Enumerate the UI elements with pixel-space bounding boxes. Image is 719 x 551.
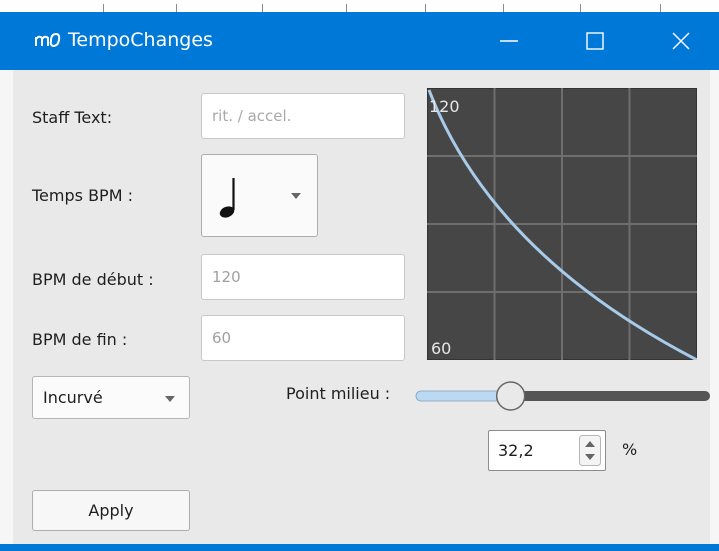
staff-text-input[interactable] bbox=[201, 93, 405, 139]
beat-bpm-label: Temps BPM : bbox=[32, 186, 133, 205]
bottom-edge bbox=[0, 544, 719, 551]
staff-text-label: Staff Text: bbox=[32, 108, 113, 127]
chevron-down-icon bbox=[291, 193, 301, 199]
end-bpm-input[interactable] bbox=[201, 315, 405, 361]
midpoint-label: Point milieu : bbox=[286, 384, 391, 403]
spin-arrows-icon[interactable] bbox=[579, 435, 601, 466]
curve-type-value: Incurvé bbox=[43, 388, 103, 407]
start-bpm-input[interactable] bbox=[201, 254, 405, 300]
maximize-button[interactable] bbox=[563, 12, 627, 70]
chevron-down-icon bbox=[165, 396, 175, 402]
curve-type-dropdown[interactable]: Incurvé bbox=[32, 376, 190, 419]
musescore-app-icon bbox=[35, 32, 61, 48]
desktop-strip bbox=[0, 0, 719, 12]
right-edge bbox=[710, 70, 719, 551]
minimize-button[interactable] bbox=[477, 12, 541, 70]
left-edge bbox=[0, 70, 13, 551]
minimize-icon bbox=[500, 40, 518, 42]
start-bpm-label: BPM de début : bbox=[32, 270, 154, 289]
quarter-note-icon bbox=[219, 178, 235, 218]
title-bar[interactable]: TempoChanges bbox=[0, 12, 719, 70]
close-button[interactable] bbox=[649, 12, 713, 70]
graph-top-label: 120 bbox=[429, 97, 460, 116]
beat-note-dropdown[interactable] bbox=[201, 154, 318, 237]
window-title: TempoChanges bbox=[68, 29, 213, 51]
tempo-curve-graph: 120 60 bbox=[427, 88, 697, 360]
apply-button[interactable]: Apply bbox=[32, 490, 190, 531]
end-bpm-label: BPM de fin : bbox=[32, 330, 128, 349]
midpoint-spinbox[interactable]: 32,2 bbox=[488, 430, 606, 471]
graph-bottom-label: 60 bbox=[431, 339, 451, 358]
slider-handle bbox=[495, 381, 526, 411]
midpoint-slider[interactable] bbox=[414, 380, 712, 412]
midpoint-unit: % bbox=[622, 440, 638, 459]
maximize-icon bbox=[586, 32, 604, 50]
close-icon bbox=[672, 32, 690, 50]
midpoint-value: 32,2 bbox=[498, 441, 534, 460]
